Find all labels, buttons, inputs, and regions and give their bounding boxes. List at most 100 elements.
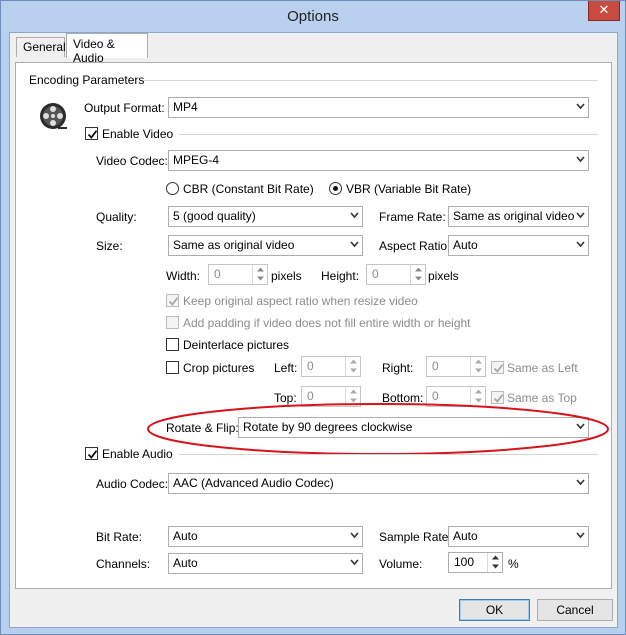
chevron-down-icon: [576, 211, 585, 220]
chevron-down-icon: [350, 558, 359, 567]
audio-codec-label: Audio Codec:: [96, 477, 169, 491]
check-icon: [493, 364, 504, 373]
quality-label: Quality:: [96, 210, 137, 224]
spin-up-icon[interactable]: [253, 265, 267, 274]
add-padding-checkbox[interactable]: [166, 316, 179, 329]
output-format-select[interactable]: MP4: [168, 97, 589, 118]
title-bar[interactable]: Options ✕: [1, 1, 625, 33]
spin-up-icon[interactable]: [471, 387, 485, 396]
chevron-down-icon: [576, 478, 585, 487]
height-stepper[interactable]: 0: [366, 264, 426, 285]
spin-down-icon[interactable]: [471, 366, 485, 375]
spin-up-icon[interactable]: [488, 553, 502, 562]
cbr-label: CBR (Constant Bit Rate): [183, 182, 314, 196]
chevron-down-icon: [576, 531, 585, 540]
keep-aspect-label: Keep original aspect ratio when resize v…: [183, 294, 418, 308]
spin-up-icon[interactable]: [471, 357, 485, 366]
rotate-flip-label: Rotate & Flip:: [166, 421, 239, 435]
bit-rate-select[interactable]: Auto: [168, 526, 363, 547]
deinterlace-checkbox[interactable]: [166, 338, 179, 351]
frame-rate-label: Frame Rate:: [379, 210, 446, 224]
bit-rate-label: Bit Rate:: [96, 530, 143, 544]
size-select[interactable]: Same as original video: [168, 235, 363, 256]
close-icon: ✕: [598, 2, 610, 17]
crop-label: Crop pictures: [183, 361, 255, 375]
chevron-down-icon: [576, 155, 585, 164]
same-as-top-checkbox[interactable]: [491, 391, 504, 404]
window-title: Options: [287, 8, 339, 25]
chevron-down-icon: [350, 531, 359, 540]
tab-general[interactable]: General: [16, 37, 66, 57]
crop-bottom-label: Bottom:: [382, 391, 424, 405]
volume-stepper[interactable]: 100: [448, 552, 503, 573]
crop-right-label: Right:: [382, 361, 414, 375]
tab-video-audio[interactable]: Video & Audio: [66, 33, 148, 65]
spin-down-icon[interactable]: [253, 274, 267, 283]
sample-rate-select[interactable]: Auto: [448, 526, 589, 547]
height-unit: pixels: [428, 269, 459, 283]
width-label: Width:: [166, 269, 201, 283]
vbr-radio[interactable]: [329, 182, 342, 195]
chevron-down-icon: [576, 240, 585, 249]
crop-right-stepper[interactable]: 0: [426, 356, 486, 377]
quality-select[interactable]: 5 (good quality): [168, 206, 363, 227]
spin-down-icon[interactable]: [346, 396, 360, 405]
chevron-down-icon: [350, 211, 359, 220]
channels-select[interactable]: Auto: [168, 553, 363, 574]
enable-video-checkbox[interactable]: [85, 127, 98, 140]
options-window: Options ✕ General Video & Audio Encoding…: [0, 0, 626, 635]
same-as-left-label: Same as Left: [507, 361, 578, 375]
vbr-label: VBR (Variable Bit Rate): [346, 182, 472, 196]
film-reel-icon: [38, 101, 68, 131]
deinterlace-label: Deinterlace pictures: [183, 338, 290, 352]
video-divider: [179, 134, 598, 135]
frame-rate-select[interactable]: Same as original video: [448, 206, 589, 227]
volume-label: Volume:: [379, 557, 423, 571]
chevron-down-icon: [576, 102, 585, 111]
crop-left-label: Left:: [274, 361, 298, 375]
crop-checkbox[interactable]: [166, 361, 179, 374]
crop-left-stepper[interactable]: 0: [301, 356, 361, 377]
width-stepper[interactable]: 0: [208, 264, 268, 285]
output-format-label: Output Format:: [84, 101, 165, 115]
crop-top-label: Top:: [274, 391, 297, 405]
aspect-ratio-select[interactable]: Auto: [448, 235, 589, 256]
check-icon: [87, 130, 98, 139]
rotate-flip-select[interactable]: Rotate by 90 degrees clockwise: [238, 417, 589, 438]
volume-unit: %: [508, 557, 519, 571]
group-label-encoding: Encoding Parameters: [29, 73, 145, 87]
channels-label: Channels:: [96, 557, 151, 571]
close-button[interactable]: ✕: [588, 1, 620, 21]
size-label: Size:: [96, 239, 123, 253]
check-icon: [168, 297, 179, 306]
spin-down-icon[interactable]: [471, 396, 485, 405]
cbr-radio[interactable]: [166, 182, 179, 195]
spin-up-icon[interactable]: [411, 265, 425, 274]
same-as-left-checkbox[interactable]: [491, 361, 504, 374]
keep-aspect-checkbox[interactable]: [166, 294, 179, 307]
add-padding-label: Add padding if video does not fill entir…: [183, 316, 471, 330]
check-icon: [493, 394, 504, 403]
chevron-down-icon: [576, 422, 585, 431]
crop-top-stepper[interactable]: 0: [301, 386, 361, 407]
height-label: Height:: [321, 269, 360, 283]
enable-audio-checkbox[interactable]: [85, 447, 98, 460]
audio-divider: [179, 454, 598, 455]
group-divider: [143, 80, 598, 81]
check-icon: [87, 450, 98, 459]
radio-dot-icon: [333, 186, 338, 191]
video-codec-label: Video Codec:: [96, 154, 168, 168]
ok-button[interactable]: OK: [459, 599, 530, 621]
crop-bottom-stepper[interactable]: 0: [426, 386, 486, 407]
audio-codec-select[interactable]: AAC (Advanced Audio Codec): [168, 473, 589, 494]
spin-down-icon[interactable]: [346, 366, 360, 375]
video-codec-select[interactable]: MPEG-4: [168, 150, 589, 171]
spin-up-icon[interactable]: [346, 387, 360, 396]
aspect-ratio-label: Aspect Ratio:: [379, 239, 451, 253]
sample-rate-label: Sample Rate:: [379, 530, 452, 544]
cancel-button[interactable]: Cancel: [537, 599, 613, 621]
spin-down-icon[interactable]: [411, 274, 425, 283]
spin-up-icon[interactable]: [346, 357, 360, 366]
enable-video-label: Enable Video: [102, 127, 174, 141]
spin-down-icon[interactable]: [488, 562, 502, 571]
